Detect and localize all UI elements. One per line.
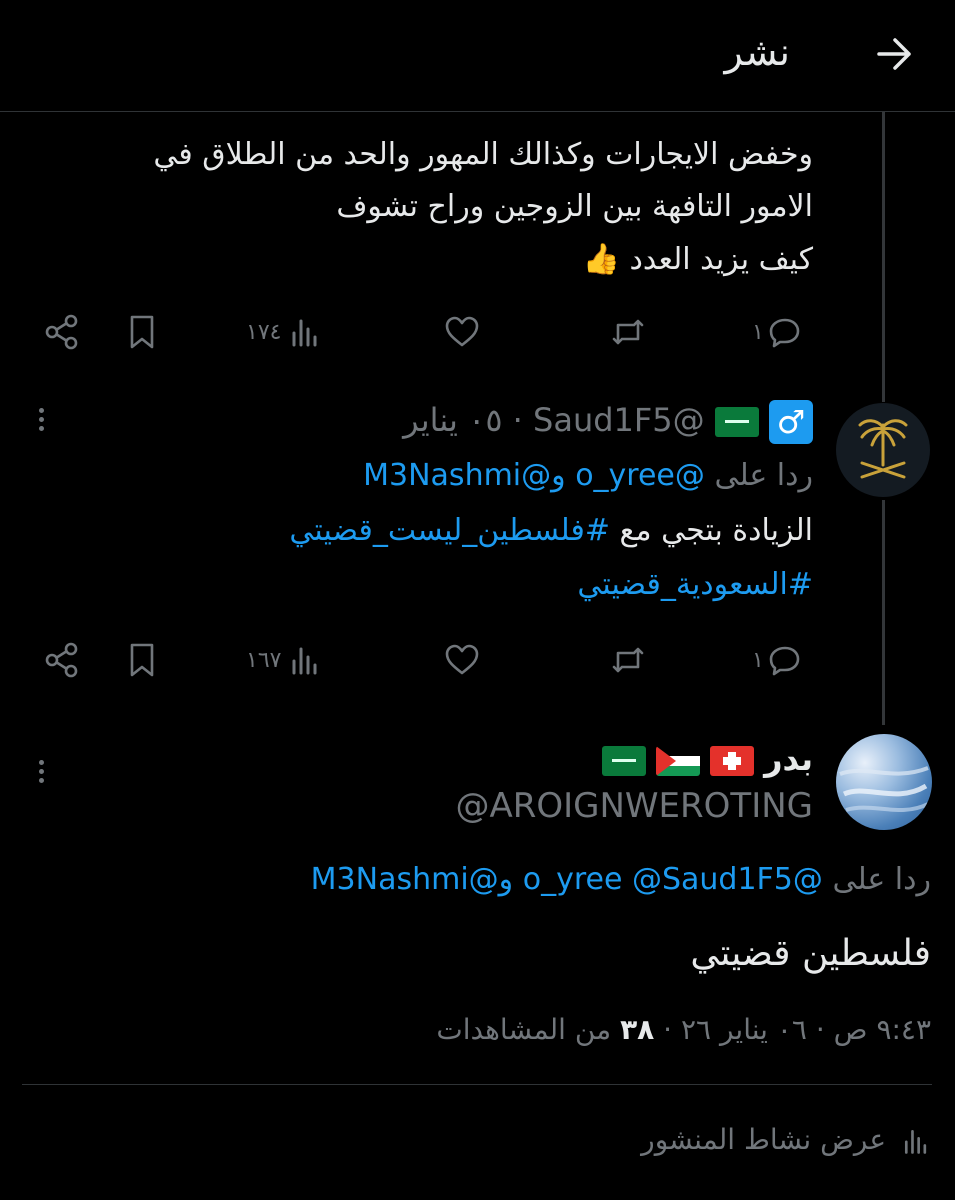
share-icon — [45, 642, 78, 678]
tweet-2-actions: ١ ١٦٧ — [0, 630, 830, 690]
mention-m3nashmi[interactable]: @M3Nashmi — [311, 862, 499, 897]
views-count: ١٧٤ — [246, 319, 282, 345]
male-sign-icon: ♂ — [769, 400, 813, 444]
top-bar: نشر — [0, 0, 955, 112]
activity-label: عرض نشاط المنشور — [641, 1123, 887, 1156]
bar-chart-icon — [292, 319, 317, 347]
more-options-icon[interactable] — [36, 404, 46, 444]
tweet-2-header: ♂ @Saud1F5 · ٠٥ يناير — [403, 400, 813, 444]
hashtag-1[interactable]: #فلسطين_ليست_قضيتي — [289, 513, 610, 548]
repost-icon — [612, 647, 644, 673]
tweet-2-handle[interactable]: @Saud1F5 — [533, 401, 705, 439]
divider — [22, 1084, 932, 1085]
main-tweet-name-row: بدر — [601, 740, 813, 778]
views-button[interactable]: ١٦٧ — [246, 630, 321, 690]
tweet-2-date[interactable]: ٠٥ يناير — [403, 401, 502, 439]
reply-button[interactable]: ١ — [752, 302, 802, 362]
like-button[interactable] — [443, 302, 481, 362]
reply-and: و — [498, 862, 514, 897]
tweet-date[interactable]: ٠٦ يناير ٢٦ — [681, 1013, 807, 1046]
main-tweet-text: فلسطين قضيتي — [690, 933, 931, 974]
tweet-time[interactable]: ٩:٤٣ ص — [834, 1013, 931, 1046]
swiss-flag-icon — [709, 746, 754, 776]
heart-icon — [445, 316, 479, 347]
reply-icon — [769, 318, 800, 348]
avatar[interactable] — [836, 403, 930, 497]
reply-button[interactable]: ١ — [752, 630, 802, 690]
share-icon — [45, 314, 78, 350]
reply-count: ١ — [752, 319, 764, 345]
tweet-1-line-3: كيف يزيد العدد 👍 — [13, 228, 813, 292]
avatar[interactable] — [836, 734, 932, 830]
bookmark-icon — [130, 643, 154, 677]
tweet-1-actions: ١ ١٧٤ — [0, 302, 830, 362]
sky-clouds-avatar-icon — [839, 766, 929, 812]
views-button[interactable]: ١٧٤ — [246, 302, 321, 362]
bookmark-button[interactable] — [125, 630, 159, 690]
thread-line-top — [882, 112, 885, 402]
page-title: نشر — [724, 30, 790, 74]
views-count: ١٦٧ — [246, 647, 282, 673]
share-button[interactable] — [43, 630, 81, 690]
reply-icon — [769, 646, 800, 676]
views-count: ٣٨ — [620, 1013, 655, 1046]
mention-m3nashmi[interactable]: @M3Nashmi — [363, 458, 551, 493]
bar-chart-icon — [292, 647, 317, 675]
main-tweet-meta: ٩:٤٣ ص · ٠٦ يناير ٢٦ · ٣٨ من المشاهدات — [436, 998, 931, 1062]
display-name[interactable]: بدر — [764, 740, 813, 778]
repost-button[interactable] — [610, 630, 646, 690]
bookmark-icon — [130, 315, 154, 349]
tweet-2-line-2: #السعودية_قضيتي — [577, 553, 813, 617]
meta-separator: · — [815, 1013, 825, 1046]
bookmark-button[interactable] — [125, 302, 159, 362]
heart-icon — [445, 644, 479, 675]
arrow-right-icon — [877, 38, 911, 70]
bar-chart-icon — [904, 1129, 927, 1154]
thread-line-middle — [882, 500, 885, 725]
main-tweet-handle[interactable]: @AROIGNWEROTING — [455, 786, 813, 826]
mention-saud1f5[interactable]: @Saud1F5 — [632, 862, 793, 897]
reply-count: ١ — [752, 647, 764, 673]
tweet-2-separator: · — [512, 401, 523, 439]
thumbs-up-emoji: 👍 — [582, 242, 620, 277]
view-post-activity-link[interactable]: عرض نشاط المنشور — [641, 1108, 931, 1172]
more-options-icon[interactable] — [36, 756, 46, 796]
views-label: من المشاهدات — [436, 1013, 612, 1046]
saudi-flag-icon — [601, 746, 646, 776]
saudi-flag-icon — [714, 407, 759, 437]
repost-icon — [612, 319, 644, 345]
repost-button[interactable] — [610, 302, 646, 362]
reply-prefix: ردا على — [832, 862, 931, 897]
share-button[interactable] — [43, 302, 81, 362]
palm-swords-emblem-icon — [858, 419, 908, 479]
main-tweet-reply-context: ردا على @o_yree @Saud1F5 و@M3Nashmi — [311, 848, 931, 912]
palestine-flag-icon — [655, 746, 700, 776]
back-button[interactable] — [873, 32, 917, 76]
tweet-1-line-3-text: كيف يزيد العدد — [629, 242, 813, 277]
reply-prefix: ردا على — [714, 458, 813, 493]
hashtag-2[interactable]: #السعودية_قضيتي — [577, 567, 813, 602]
like-button[interactable] — [443, 630, 481, 690]
tweet-2-text: الزيادة بتجي مع — [619, 513, 813, 548]
mention-o-yree[interactable]: @o_yree — [575, 458, 705, 493]
meta-separator: · — [663, 1013, 673, 1046]
reply-and: و — [551, 458, 566, 493]
